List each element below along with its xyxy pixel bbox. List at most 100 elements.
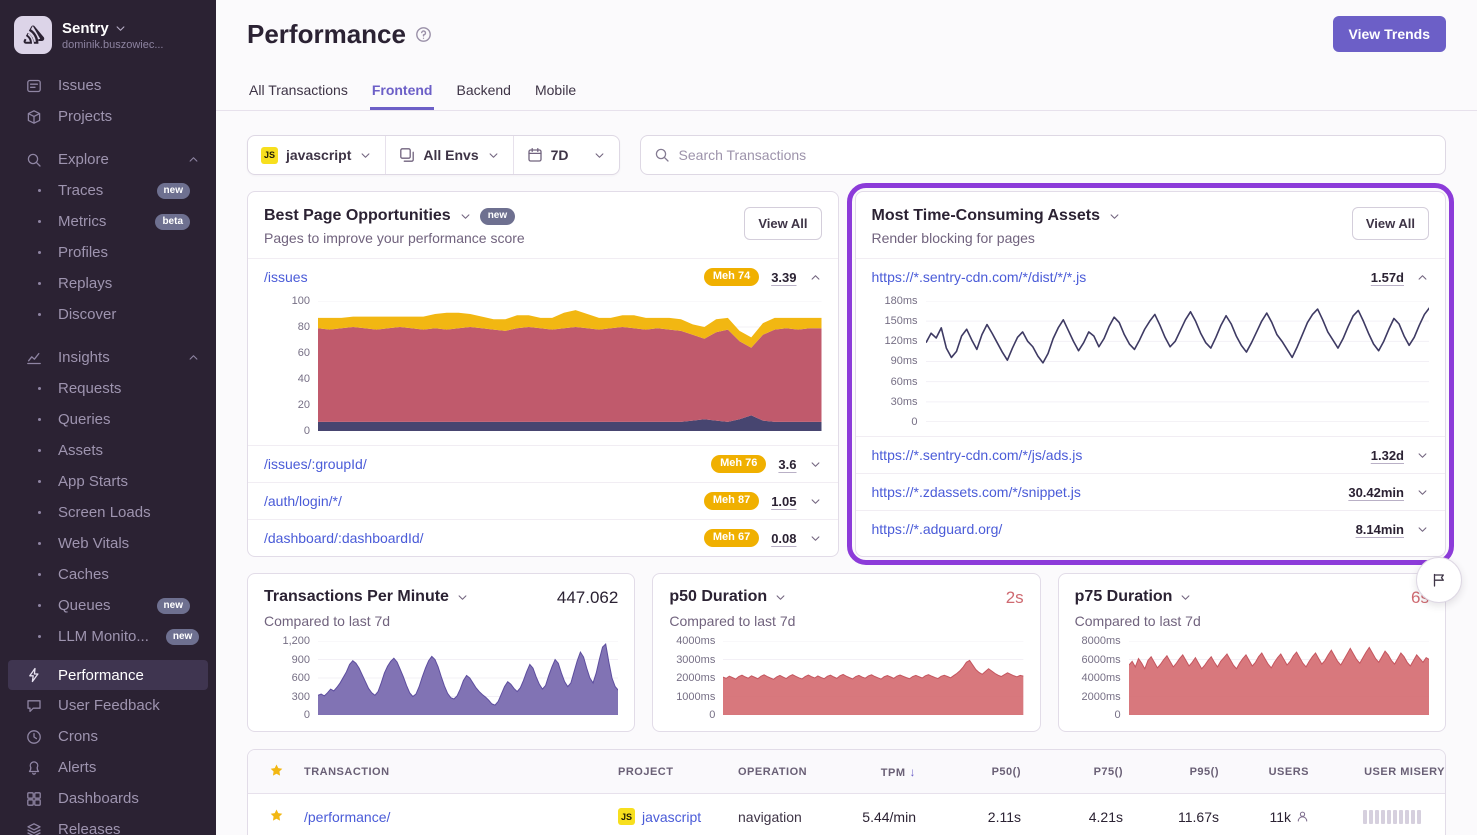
sidebar-item-label: LLM Monito... — [58, 628, 149, 645]
chevron-down-icon[interactable] — [1416, 449, 1429, 462]
chevron-down-icon[interactable] — [1179, 591, 1192, 604]
sidebar-item-label: Projects — [58, 108, 112, 125]
chevron-down-icon[interactable] — [1108, 210, 1121, 223]
page-header: Performance View Trends — [247, 16, 1446, 52]
bullet-icon — [38, 387, 41, 390]
column-header-user-misery[interactable]: USER MISERY — [1309, 766, 1445, 778]
most-time-consuming-assets-card: Most Time-Consuming Assets Render blocki… — [855, 191, 1447, 557]
sidebar-item-releases[interactable]: Releases — [0, 814, 216, 835]
sidebar-item-alerts[interactable]: Alerts — [0, 752, 216, 783]
chevron-down-icon[interactable] — [456, 591, 469, 604]
opportunity-link[interactable]: /dashboard/:dashboardId/ — [264, 530, 692, 546]
sidebar-item-dashboards[interactable]: Dashboards — [0, 783, 216, 814]
view-trends-button[interactable]: View Trends — [1333, 16, 1446, 52]
sidebar-item-crons[interactable]: Crons — [0, 721, 216, 752]
tab-backend[interactable]: Backend — [454, 82, 512, 110]
opportunity-row: /dashboard/:dashboardId/Meh 670.08 — [248, 519, 838, 556]
sidebar-item-discover[interactable]: Discover — [0, 299, 216, 330]
sidebar-item-traces[interactable]: Tracesnew — [0, 175, 216, 206]
column-header-project[interactable]: PROJECT — [618, 766, 738, 778]
sidebar-item-label: Replays — [58, 275, 112, 292]
sidebar-item-performance[interactable]: Performance — [8, 660, 208, 690]
chevron-down-icon[interactable] — [774, 591, 787, 604]
chart-plot — [723, 641, 1023, 715]
chevron-down-icon[interactable] — [809, 458, 822, 471]
asset-link[interactable]: https://*.adguard.org/ — [872, 521, 1344, 537]
sidebar-item-llm-monito[interactable]: LLM Monito...new — [0, 621, 216, 652]
tab-all-transactions[interactable]: All Transactions — [247, 82, 350, 110]
column-header-label: P75() — [1094, 766, 1123, 778]
sidebar-item-requests[interactable]: Requests — [0, 373, 216, 404]
panel-subtitle: Compared to last 7d — [264, 613, 618, 629]
panel-subtitle: Pages to improve your performance score — [264, 230, 525, 246]
environment-filter[interactable]: All Envs — [385, 136, 512, 174]
bullet-icon — [38, 418, 41, 421]
view-all-button[interactable]: View All — [1352, 207, 1429, 240]
asset-link[interactable]: https://*.sentry-cdn.com/*/dist/*/*.js — [872, 269, 1359, 285]
sidebar-item-caches[interactable]: Caches — [0, 559, 216, 590]
sidebar-item-projects[interactable]: Projects — [0, 101, 216, 132]
sidebar-item-issues[interactable]: Issues — [0, 70, 216, 101]
column-header-users[interactable]: USERS — [1219, 766, 1309, 778]
sidebar-item-label: App Starts — [58, 473, 128, 490]
row-value: 3.6 — [778, 457, 796, 472]
row-value: 3.39 — [771, 270, 796, 285]
chart-plot — [1129, 641, 1429, 715]
releases-icon — [26, 822, 42, 835]
sidebar-item-queues[interactable]: Queuesnew — [0, 590, 216, 621]
chevron-down-icon — [487, 149, 500, 162]
view-all-button[interactable]: View All — [744, 207, 821, 240]
project-link[interactable]: javascript — [642, 809, 701, 825]
user-misery-bars — [1309, 810, 1445, 824]
column-header-p95[interactable]: P95() — [1123, 766, 1219, 778]
sidebar-item-app-starts[interactable]: App Starts — [0, 466, 216, 497]
sidebar-item-replays[interactable]: Replays — [0, 268, 216, 299]
column-header-p75[interactable]: P75() — [1021, 766, 1123, 778]
help-icon[interactable] — [415, 26, 432, 43]
chevron-up-icon[interactable] — [809, 271, 822, 284]
star-icon[interactable] — [269, 808, 284, 823]
chevron-down-icon[interactable] — [809, 495, 822, 508]
chevron-down-icon[interactable] — [1416, 486, 1429, 499]
sidebar-item-label: Alerts — [58, 759, 96, 776]
tab-mobile[interactable]: Mobile — [533, 82, 578, 110]
chevron-up-icon[interactable] — [1416, 271, 1429, 284]
column-header-tpm[interactable]: TPM↓ — [850, 765, 916, 779]
chevron-down-icon[interactable] — [459, 210, 472, 223]
sidebar-item-label: Queries — [58, 411, 111, 428]
sidebar-section-explore[interactable]: Explore — [0, 144, 216, 175]
sidebar-item-label: Queues — [58, 597, 111, 614]
sidebar-item-assets[interactable]: Assets — [0, 435, 216, 466]
chevron-down-icon[interactable] — [1416, 523, 1429, 536]
feedback-fab[interactable] — [1416, 557, 1462, 603]
sidebar-item-user-feedback[interactable]: User Feedback — [0, 690, 216, 721]
tab-frontend[interactable]: Frontend — [370, 82, 435, 110]
column-header-transaction[interactable]: TRANSACTION — [304, 766, 618, 778]
sidebar-item-metrics[interactable]: Metricsbeta — [0, 206, 216, 237]
explore-icon — [26, 152, 42, 168]
sidebar-item-screen-loads[interactable]: Screen Loads — [0, 497, 216, 528]
column-header-label: USER MISERY — [1364, 766, 1445, 778]
chevron-down-icon — [593, 149, 606, 162]
sidebar-item-profiles[interactable]: Profiles — [0, 237, 216, 268]
opportunity-link[interactable]: /issues/:groupId/ — [264, 456, 699, 472]
column-header-p50[interactable]: P50() — [916, 766, 1021, 778]
sidebar-section-insights[interactable]: Insights — [0, 342, 216, 373]
opportunity-link[interactable]: /auth/login/*/ — [264, 493, 692, 509]
column-header-operation[interactable]: OPERATION — [738, 766, 850, 778]
sidebar-item-web-vitals[interactable]: Web Vitals — [0, 528, 216, 559]
sidebar-item-queries[interactable]: Queries — [0, 404, 216, 435]
search-input[interactable] — [679, 147, 1432, 163]
asset-link[interactable]: https://*.sentry-cdn.com/*/js/ads.js — [872, 447, 1359, 463]
chevron-down-icon[interactable] — [809, 532, 822, 545]
opportunity-link[interactable]: /issues — [264, 269, 692, 285]
sidebar-section-label: Explore — [58, 151, 109, 168]
project-filter[interactable]: JS javascript — [248, 136, 385, 174]
chevron-up-icon[interactable] — [187, 153, 200, 166]
chevron-up-icon[interactable] — [187, 351, 200, 364]
transaction-link[interactable]: /performance/ — [304, 809, 390, 825]
panel-title: Transactions Per Minute — [264, 588, 449, 606]
asset-link[interactable]: https://*.zdassets.com/*/snippet.js — [872, 484, 1337, 500]
org-switcher[interactable]: Sentry dominik.buszowiec... — [0, 12, 216, 66]
date-range-filter[interactable]: 7D — [513, 136, 619, 174]
